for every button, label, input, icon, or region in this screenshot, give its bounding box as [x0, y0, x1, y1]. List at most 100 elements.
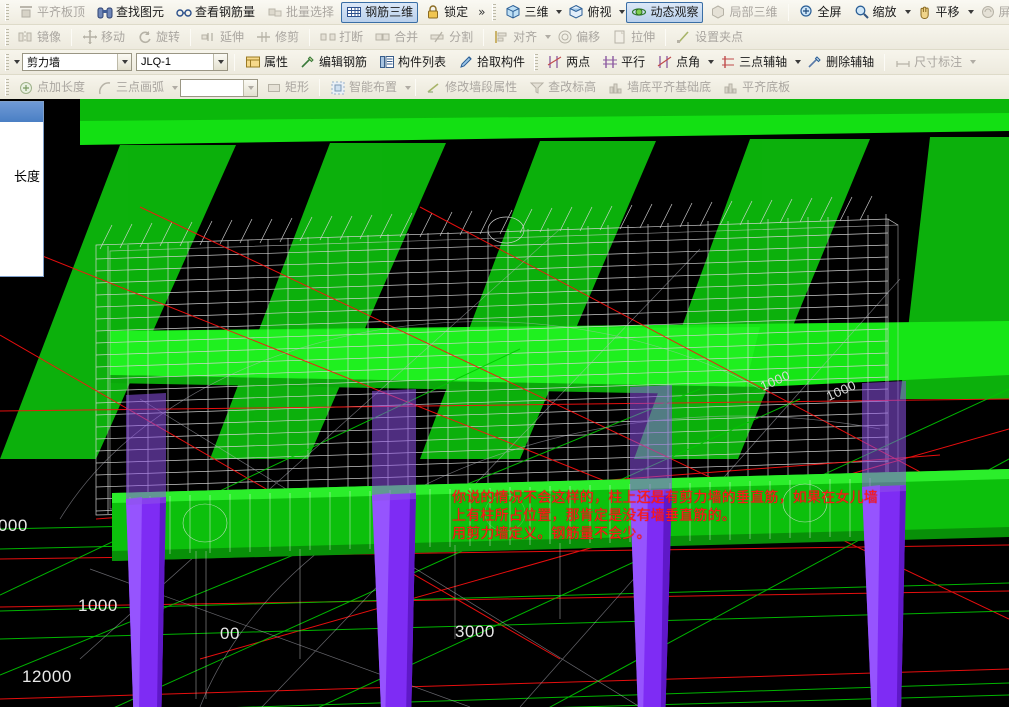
toolbar-label: 锁定 — [444, 4, 469, 19]
toolbar-button-pick-member[interactable]: 拾取构件 — [453, 52, 530, 73]
chevron-down-icon[interactable] — [795, 60, 802, 64]
combo-arrow-icon[interactable] — [213, 54, 227, 70]
toolbar-button-rectangle[interactable]: 矩形 — [261, 77, 314, 98]
toolbar-button-top-view[interactable]: 俯视 — [563, 2, 616, 23]
pan-icon — [920, 6, 929, 20]
combo-arrow-icon[interactable] — [243, 79, 258, 96]
toolbar-button-screen-rotate[interactable]: 屏幕旋转 — [975, 2, 1009, 23]
toolbar-button-find-element[interactable]: 查找图元 — [92, 2, 169, 23]
chevron-down-icon[interactable] — [405, 85, 412, 90]
glasses-icon — [176, 9, 192, 17]
toolbar-button-mirror[interactable]: 镜像 — [13, 27, 66, 48]
align-slab-bottom-icon — [724, 83, 737, 93]
member-category-combo[interactable]: 剪力墙 — [22, 53, 132, 71]
toolbar-overflow-button[interactable]: » — [474, 5, 489, 19]
toolbar-grip[interactable] — [534, 53, 539, 71]
toolbar-button-align-top[interactable]: 平齐板顶 — [13, 2, 90, 23]
toolbar-grip[interactable] — [5, 28, 9, 46]
chevron-down-icon[interactable] — [970, 60, 977, 64]
left-floating-panel[interactable]: 长度 — [0, 101, 44, 277]
3d-scene — [0, 99, 1009, 707]
chevron-down-icon[interactable] — [904, 10, 911, 14]
toolbar-button-trim[interactable]: 修剪 — [251, 27, 304, 48]
toolbar-button-stretch[interactable]: 拉伸 — [607, 27, 660, 48]
panel-field-label: 长度 — [13, 169, 40, 184]
toolbar-button-member-list[interactable]: 构件列表 — [374, 52, 451, 73]
toolbar-label: 编辑钢筋 — [319, 54, 368, 69]
toolbar-button-dimension[interactable]: 尺寸标注 — [890, 52, 967, 73]
toolbar-button-set-grip-point[interactable]: 设置夹点 — [671, 27, 748, 48]
rebar-3d-icon — [347, 7, 362, 17]
toolbar-button-pan[interactable]: 平移 — [912, 2, 965, 23]
member-category-value: 剪力墙 — [27, 57, 60, 69]
toolbar-button-wall-bottom-align[interactable]: 墙底平齐基础底 — [603, 77, 716, 98]
offset-icon — [558, 30, 572, 44]
three-point-arc-icon — [99, 81, 111, 94]
combo-arrow-icon[interactable] — [117, 54, 131, 70]
batch-select-icon — [268, 8, 282, 17]
toolbar-button-dynamic-observe[interactable]: 动态观察 — [626, 1, 704, 23]
toolbar-button-parallel[interactable]: 平行 — [597, 52, 650, 73]
toolbar-button-align-slab-bottom[interactable]: 平齐底板 — [718, 77, 795, 98]
toolbar-button-rotate[interactable]: 旋转 — [132, 27, 185, 48]
chevron-down-icon[interactable] — [967, 10, 974, 14]
toolbar-label: 动态观察 — [650, 4, 699, 19]
toolbar-button-move[interactable]: 移动 — [77, 27, 130, 48]
toolbar-button-smart-layout[interactable]: 智能布置 — [325, 77, 402, 98]
toolbar-button-two-point[interactable]: 两点 — [542, 52, 595, 73]
toolbar-label: 平齐底板 — [742, 80, 791, 94]
toolbar-label: 修剪 — [275, 29, 300, 44]
toolbar-row-edit: 镜像 移动 旋转 延伸 修剪 打断 合并 分割 对齐 偏移 拉伸 设置夹点 — [0, 25, 1009, 50]
toolbar-button-3d[interactable]: 三维 — [500, 2, 553, 23]
toolbar-button-partial-3d[interactable]: 局部三维 — [705, 2, 782, 23]
toolbar-button-align[interactable]: 对齐 — [489, 27, 542, 48]
toolbar-button-offset[interactable]: 偏移 — [552, 27, 605, 48]
toolbar-button-delete-axis[interactable]: 删除辅轴 — [802, 52, 879, 73]
toolbar-button-split[interactable]: 分割 — [425, 27, 478, 48]
toolbar-label: 墙底平齐基础底 — [627, 80, 712, 94]
toolbar-button-properties[interactable]: 属性 — [240, 52, 293, 73]
mirror-icon — [18, 31, 32, 43]
toolbar-button-extend[interactable]: 延伸 — [196, 27, 249, 48]
stretch-icon — [614, 30, 625, 44]
toolbar-button-edit-wall-segment[interactable]: 修改墙段属性 — [421, 77, 522, 98]
toolbar-button-rebar-3d[interactable]: 钢筋三维 — [341, 1, 419, 23]
toolbar-grip[interactable] — [5, 79, 9, 96]
toolbar-button-point-add-length[interactable]: 点加长度 — [13, 77, 90, 98]
merge-icon — [375, 33, 390, 41]
chevron-down-icon[interactable] — [14, 60, 20, 64]
chevron-down-icon[interactable] — [619, 10, 626, 14]
toolbar-grip[interactable] — [5, 53, 9, 71]
3d-viewport[interactable]: 1000 1000 1000 1000 3000 12000 00 — [0, 99, 1009, 707]
member-name-combo[interactable]: JLQ-1 — [136, 53, 228, 71]
draw-mode-combo[interactable] — [180, 78, 259, 97]
toolbar-button-view-rebar-quantity[interactable]: 查看钢筋量 — [171, 2, 260, 23]
toolbar-button-three-point-arc[interactable]: 三点画弧 — [92, 77, 169, 98]
toolbar-button-three-point-axis[interactable]: 三点辅轴 — [715, 52, 792, 73]
toolbar-label: 缩放 — [872, 4, 897, 19]
toolbar-button-fullscreen[interactable]: 全屏 — [794, 2, 847, 23]
toolbar-grip[interactable] — [492, 3, 497, 21]
toolbar-button-merge[interactable]: 合并 — [370, 27, 423, 48]
chevron-down-icon[interactable] — [556, 10, 563, 14]
toolbar-label: 批量选择 — [286, 4, 335, 19]
parallel-icon — [603, 56, 618, 68]
point-length-icon — [20, 81, 32, 94]
toolbar-button-batch-select[interactable]: 批量选择 — [262, 2, 339, 23]
chevron-down-icon[interactable] — [545, 35, 552, 39]
toolbar-button-edit-rebar[interactable]: 编辑钢筋 — [295, 52, 372, 73]
chevron-down-icon[interactable] — [708, 60, 715, 64]
toolbar-button-zoom[interactable]: 缩放 — [849, 2, 902, 23]
toolbar-label: 拉伸 — [631, 29, 656, 44]
toolbar-separator — [190, 28, 192, 46]
toolbar-label: 智能布置 — [349, 80, 398, 94]
panel-title-bar[interactable] — [0, 102, 43, 122]
toolbar-button-break[interactable]: 打断 — [315, 27, 368, 48]
toolbar-button-check-elevation[interactable]: 查改标高 — [524, 77, 601, 98]
toolbar-button-point-angle[interactable]: 点角 — [652, 52, 705, 73]
toolbar-button-lock[interactable]: 锁定 — [420, 2, 473, 23]
chevron-down-icon[interactable] — [172, 85, 179, 90]
toolbar-grip[interactable] — [5, 3, 9, 21]
fullscreen-icon — [799, 5, 812, 17]
toolbar-label: 构件列表 — [398, 54, 447, 69]
